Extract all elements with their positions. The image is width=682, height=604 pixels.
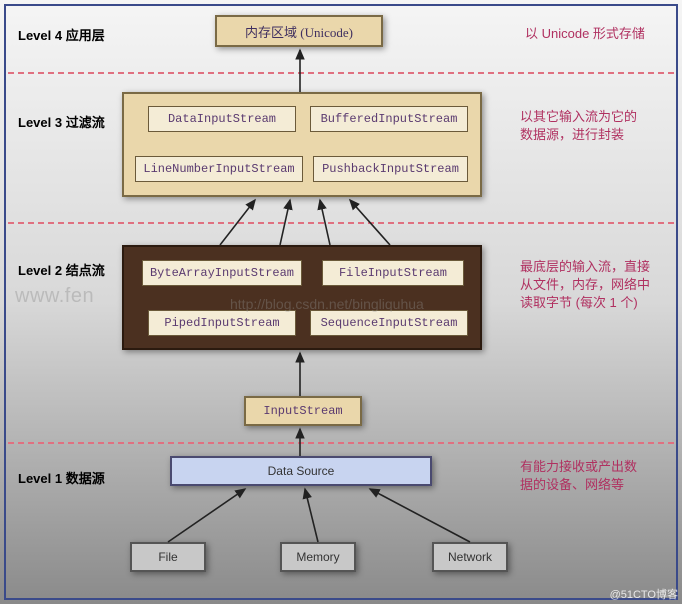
source-badge: @51CTO博客 [610,586,678,602]
source-box-network: Network [432,542,508,572]
level3-item: DataInputStream [148,106,296,132]
level3-item: PushbackInputStream [313,156,468,182]
level2-item: SequenceInputStream [310,310,468,336]
datasource-box: Data Source [170,456,432,486]
level3-item: BufferedInputStream [310,106,468,132]
level2-item: ByteArrayInputStream [142,260,302,286]
level3-note: 以其它输入流为它的 数据源，进行封装 [520,108,637,144]
source-box-file: File [130,542,206,572]
level2-label: Level 2 结点流 [18,260,105,279]
inputstream-box: InputStream [244,396,362,426]
level3-item: LineNumberInputStream [135,156,303,182]
level1-label: Level 1 数据源 [18,468,105,487]
level1-note: 有能力接收或产出数 据的设备、网络等 [520,458,637,494]
separator [8,442,674,444]
separator [8,222,674,224]
level2-item: PipedInputStream [148,310,296,336]
level4-label: Level 4 应用层 [18,25,105,44]
separator [8,72,674,74]
source-box-memory: Memory [280,542,356,572]
level4-note: 以 Unicode 形式存储 [525,25,645,43]
level2-note: 最底层的输入流，直接 从文件，内存，网络中 读取字节 (每次 1 个) [520,258,650,313]
level3-label: Level 3 过滤流 [18,112,105,131]
level2-item: FileInputStream [322,260,464,286]
memory-region-box: 内存区域 (Unicode) [215,15,383,47]
